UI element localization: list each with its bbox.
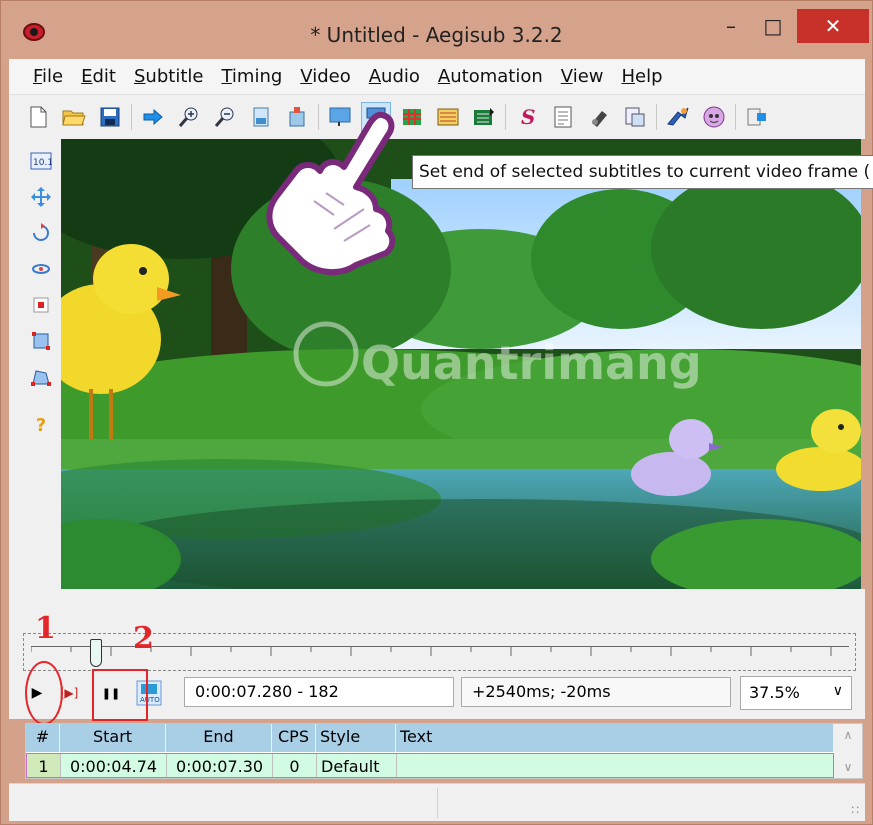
menu-view[interactable]: View — [561, 66, 604, 87]
menu-subtitle[interactable]: Subtitle — [134, 66, 203, 87]
close-button[interactable]: ✕ — [797, 9, 869, 43]
rotate-xy-icon[interactable] — [29, 257, 53, 281]
menu-timing[interactable]: Timing — [221, 66, 282, 87]
minimize-button[interactable]: – — [711, 9, 751, 43]
drag-tool-icon[interactable] — [29, 185, 53, 209]
row-number: 1 — [27, 754, 61, 777]
toolbar-separator — [131, 104, 132, 130]
toolbar-separator — [656, 104, 657, 130]
zoom-select[interactable]: 37.5% ∨ — [740, 676, 852, 710]
zoom-value: 37.5% — [749, 683, 800, 702]
new-file-icon[interactable] — [23, 102, 53, 132]
timing-icon[interactable] — [433, 102, 463, 132]
row-text — [397, 754, 833, 777]
spell-check-icon[interactable] — [699, 102, 729, 132]
scale-icon[interactable] — [29, 293, 53, 317]
menu-edit[interactable]: Edit — [81, 66, 116, 87]
exit-icon[interactable] — [742, 102, 772, 132]
svg-text:S: S — [521, 106, 535, 128]
zoom-in-icon[interactable] — [174, 102, 204, 132]
menu-help[interactable]: Help — [621, 66, 662, 87]
toolbar: S — [9, 95, 865, 139]
title-bar: * Untitled - Aegisub 3.2.2 – □ ✕ — [1, 1, 872, 59]
resize-grip-icon[interactable]: ∷ — [851, 803, 859, 817]
video-tools-panel: 10.1 ? — [9, 139, 61, 589]
pointing-hand-icon — [264, 109, 424, 279]
annotation-marker-1: 1 — [35, 611, 56, 646]
menu-automation[interactable]: Automation — [438, 66, 543, 87]
status-divider — [437, 788, 438, 818]
row-start-time: 0:00:04.74 — [61, 754, 167, 777]
row-end-time: 0:00:07.30 — [167, 754, 273, 777]
attachments-icon[interactable] — [584, 102, 614, 132]
chevron-down-icon: ∨ — [832, 683, 843, 699]
row-cps: 0 — [273, 754, 317, 777]
annotation-marker-2: 2 — [133, 621, 154, 656]
toolbar-tooltip: Set end of selected subtitles to current… — [412, 155, 873, 189]
column-header-end[interactable]: End — [166, 724, 272, 752]
annotation-box — [92, 669, 148, 721]
rotate-z-icon[interactable] — [29, 221, 53, 245]
table-row[interactable]: 1 0:00:04.74 0:00:07.30 0 Default — [26, 753, 834, 778]
row-style: Default — [317, 754, 397, 777]
toolbar-separator — [505, 104, 506, 130]
app-window: * Untitled - Aegisub 3.2.2 – □ ✕ File Ed… — [0, 0, 873, 825]
properties-icon[interactable] — [548, 102, 578, 132]
video-display[interactable]: Quantrimang — [61, 139, 861, 589]
styles-icon[interactable]: S — [512, 102, 542, 132]
slider-thumb[interactable] — [90, 639, 102, 667]
keyframes-icon[interactable] — [469, 102, 499, 132]
grid-scrollbar[interactable]: ∧ ∨ — [834, 724, 862, 778]
subtitle-offset-field: +2540ms; -20ms — [461, 677, 731, 707]
menu-video[interactable]: Video — [300, 66, 350, 87]
open-folder-icon[interactable] — [59, 102, 89, 132]
watermark-text: Quantrimang — [361, 336, 702, 390]
column-header-text[interactable]: Text — [396, 724, 834, 752]
status-bar: ∷ — [9, 783, 865, 821]
standard-tool-icon[interactable]: 10.1 — [29, 149, 53, 173]
save-icon[interactable] — [95, 102, 125, 132]
annotation-circle — [25, 661, 63, 725]
translation-icon[interactable] — [620, 102, 650, 132]
menu-audio[interactable]: Audio — [369, 66, 420, 87]
column-header-number[interactable]: # — [26, 724, 60, 752]
clip-icon[interactable] — [29, 329, 53, 353]
grid-header: # Start End CPS Style Text — [26, 724, 834, 752]
column-header-start[interactable]: Start — [60, 724, 166, 752]
menu-bar: File Edit Subtitle Timing Video Audio Au… — [9, 59, 865, 95]
column-header-cps[interactable]: CPS — [272, 724, 316, 752]
vector-clip-icon[interactable] — [29, 365, 53, 389]
toolbar-separator — [735, 104, 736, 130]
scroll-down-icon[interactable]: ∨ — [844, 760, 853, 774]
column-header-style[interactable]: Style — [316, 724, 396, 752]
jump-to-icon[interactable] — [138, 102, 168, 132]
automation-icon[interactable] — [663, 102, 693, 132]
svg-text:10.1: 10.1 — [33, 158, 52, 168]
maximize-button[interactable]: □ — [753, 9, 793, 43]
help-icon[interactable]: ? — [29, 413, 53, 437]
menu-file[interactable]: File — [33, 66, 63, 87]
scroll-up-icon[interactable]: ∧ — [844, 728, 853, 742]
subtitle-grid: # Start End CPS Style Text 1 0:00:04.74 … — [25, 723, 863, 779]
video-frame: Quantrimang — [61, 139, 861, 589]
zoom-out-icon[interactable] — [210, 102, 240, 132]
video-time-field[interactable]: 0:00:07.280 - 182 — [184, 677, 454, 707]
